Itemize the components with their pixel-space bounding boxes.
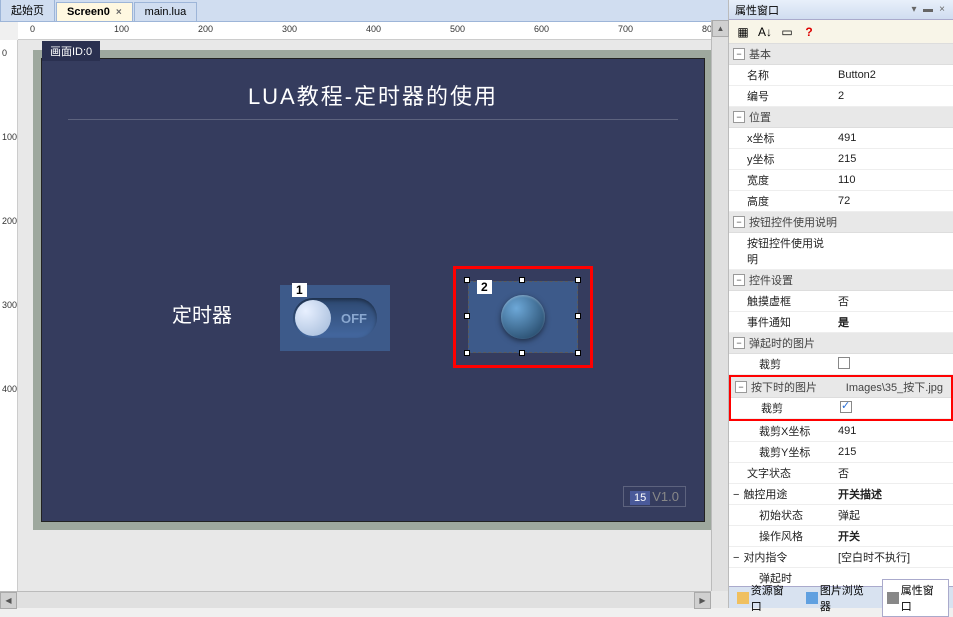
grid-icon [887, 592, 899, 604]
checkbox-icon [838, 357, 850, 369]
scrollbar-horizontal[interactable]: ◀ ▶ [0, 591, 711, 608]
screen-preview[interactable]: 画面ID:0 LUA教程-定时器的使用 定时器 1 OFF 2 [41, 58, 705, 522]
dropdown-icon[interactable]: ▾ [909, 4, 919, 15]
timer-label: 定时器 [172, 299, 232, 328]
resize-handle[interactable] [464, 350, 470, 356]
prop-row: 裁剪 [731, 398, 951, 419]
tab-startpage[interactable]: 起始页 [0, 0, 55, 21]
version-box: 15V1.0 [623, 486, 686, 507]
prop-row: 编号2 [729, 86, 953, 107]
prop-row: 裁剪 [729, 354, 953, 375]
categorize-icon[interactable]: ▦ [733, 22, 753, 42]
image-icon [806, 592, 818, 604]
ruler-vertical: 0 100 200 300 400 [0, 40, 18, 608]
resize-handle[interactable] [519, 277, 525, 283]
close-icon[interactable]: × [116, 7, 122, 18]
prop-row: 裁剪Y坐标215 [729, 442, 953, 463]
section-basic[interactable]: −基本 [729, 44, 953, 65]
help-icon[interactable]: ? [799, 22, 819, 42]
section-button-desc[interactable]: −按钮控件使用说明 [729, 212, 953, 233]
section-control-settings[interactable]: −控件设置 [729, 270, 953, 291]
prop-row: 触摸虚框否 [729, 291, 953, 312]
canvas[interactable]: 画面ID:0 LUA教程-定时器的使用 定时器 1 OFF 2 [18, 40, 728, 608]
resize-handle[interactable] [575, 313, 581, 319]
file-tabs: 起始页 Screen0× main.lua [0, 0, 728, 22]
close-icon[interactable]: × [937, 4, 947, 15]
resize-handle[interactable] [464, 277, 470, 283]
props-toolbar: ▦ A↓ ▭ ? [729, 20, 953, 44]
sort-icon[interactable]: A↓ [755, 22, 775, 42]
divider [68, 119, 677, 120]
prop-row: 文字状态否 [729, 463, 953, 484]
tab-mainlua[interactable]: main.lua [134, 2, 198, 21]
tab-properties-window[interactable]: 属性窗口 [882, 579, 949, 617]
resize-handle[interactable] [464, 313, 470, 319]
props-icon[interactable]: ▭ [777, 22, 797, 42]
scroll-left-icon[interactable]: ◀ [0, 592, 17, 609]
control-id-badge: 2 [477, 280, 492, 294]
toggle-off-label: OFF [341, 311, 367, 326]
prop-row: y坐标215 [729, 149, 953, 170]
resize-handle[interactable] [575, 277, 581, 283]
prop-row: 宽度110 [729, 170, 953, 191]
ruler-horizontal: 0 100 200 300 400 500 600 700 800 [18, 22, 728, 40]
toggle-control[interactable]: 1 OFF [280, 285, 390, 351]
scrollbar-vertical[interactable]: ▲ [711, 20, 728, 591]
editor-pane: 起始页 Screen0× main.lua 0 100 200 300 400 … [0, 0, 728, 608]
prop-row: −触控用途开关描述 [729, 484, 953, 505]
resize-handle[interactable] [519, 350, 525, 356]
checkbox-checked-icon [840, 401, 852, 413]
tab-screen0[interactable]: Screen0× [56, 2, 133, 21]
scroll-up-icon[interactable]: ▲ [712, 20, 729, 37]
property-grid[interactable]: −基本 名称Button2 编号2 −位置 x坐标491 y坐标215 宽度11… [729, 44, 953, 586]
prop-row: 名称Button2 [729, 65, 953, 86]
panel-header: 属性窗口 ▾ ▬ × [729, 0, 953, 20]
section-popup-image[interactable]: −弹起时的图片 [729, 333, 953, 354]
properties-panel: 属性窗口 ▾ ▬ × ▦ A↓ ▭ ? −基本 名称Button2 编号2 −位… [728, 0, 953, 608]
control-id-badge: 1 [292, 283, 307, 297]
prop-row: x坐标491 [729, 128, 953, 149]
prop-row: −对内指令[空白时不执行] [729, 547, 953, 568]
pin-icon[interactable]: ▬ [923, 4, 933, 15]
resize-handle[interactable] [575, 350, 581, 356]
folder-icon [737, 592, 749, 604]
toggle-knob [295, 300, 331, 336]
screen-title: LUA教程-定时器的使用 [42, 79, 704, 111]
highlight-press-image: −按下时的图片Images\35_按下.jpg 裁剪 [729, 375, 953, 421]
scroll-right-icon[interactable]: ▶ [694, 592, 711, 609]
panel-bottom-tabs: 资源窗口 图片浏览器 属性窗口 [729, 586, 953, 608]
prop-row: 按钮控件使用说明 [729, 233, 953, 270]
round-button-icon [501, 295, 545, 339]
panel-title-text: 属性窗口 [735, 2, 779, 18]
button-control[interactable]: 2 [468, 281, 578, 353]
tab-resource-window[interactable]: 资源窗口 [733, 580, 798, 616]
section-position[interactable]: −位置 [729, 107, 953, 128]
screen-id-label: 画面ID:0 [42, 41, 100, 61]
prop-row: 事件通知是 [729, 312, 953, 333]
prop-row: 操作风格开关 [729, 526, 953, 547]
tab-image-browser[interactable]: 图片浏览器 [802, 580, 878, 616]
selection-highlight: 2 [453, 266, 593, 368]
prop-row: 初始状态弹起 [729, 505, 953, 526]
section-press-image[interactable]: −按下时的图片Images\35_按下.jpg [731, 377, 951, 398]
prop-row: 高度72 [729, 191, 953, 212]
prop-row: 裁剪X坐标491 [729, 421, 953, 442]
